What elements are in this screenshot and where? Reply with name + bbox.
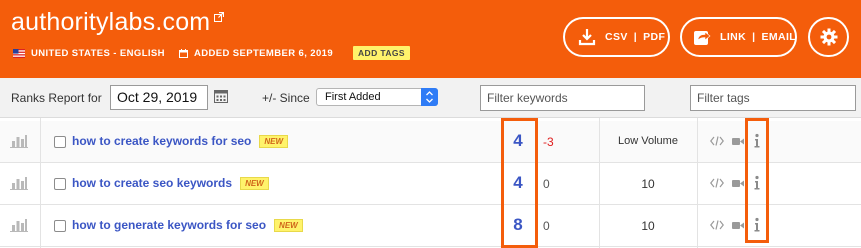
row-checkbox[interactable]	[54, 220, 66, 232]
external-link-icon[interactable]	[214, 12, 224, 22]
keyword-cell[interactable]: how to generate keywords for seo NEW	[72, 218, 303, 232]
export-csv-pdf-button[interactable]: CSV | PDF	[563, 17, 670, 57]
settings-button[interactable]	[808, 17, 849, 57]
rank-value: 4	[513, 173, 523, 192]
csv-label: CSV	[605, 31, 628, 43]
header-bar: authoritylabs.com UNITED STATES - ENGLIS…	[0, 0, 861, 78]
code-icon[interactable]	[710, 136, 724, 146]
search-volume: 10	[641, 219, 655, 233]
new-badge: NEW	[274, 219, 303, 232]
video-icon[interactable]	[732, 179, 744, 188]
report-toolbar: Ranks Report for Oct 29, 2019 +/- Since …	[0, 78, 861, 118]
add-tags-button[interactable]: ADD TAGS	[353, 46, 410, 60]
site-title[interactable]: authoritylabs.com	[11, 8, 210, 37]
calendar-icon	[178, 48, 188, 58]
ranks-report-label: Ranks Report for	[11, 91, 102, 105]
report-date-input[interactable]: Oct 29, 2019	[110, 85, 208, 110]
row-checkbox[interactable]	[54, 178, 66, 190]
info-icon[interactable]	[752, 175, 762, 191]
bar-chart-icon[interactable]	[10, 176, 28, 190]
select-arrows-icon	[421, 88, 438, 106]
bar-chart-icon[interactable]	[10, 134, 28, 148]
pdf-label: PDF	[643, 31, 666, 43]
download-icon	[578, 29, 596, 46]
new-badge: NEW	[240, 177, 269, 190]
us-flag-icon	[13, 48, 25, 58]
table-row: how to create seo keywords NEW 4 0 10	[0, 163, 861, 205]
keyword-cell[interactable]: how to create seo keywords NEW	[72, 176, 269, 190]
search-volume: Low Volume	[618, 135, 678, 147]
info-icon[interactable]	[752, 217, 762, 233]
video-icon[interactable]	[732, 137, 744, 146]
since-label: +/- Since	[262, 91, 310, 105]
added-date-label: ADDED SEPTEMBER 6, 2019	[193, 47, 334, 59]
locale-label: UNITED STATES - ENGLISH	[31, 47, 165, 59]
rank-value: 8	[513, 215, 523, 234]
link-label: LINK	[720, 31, 747, 43]
calendar-icon[interactable]	[214, 89, 228, 103]
filter-keywords-input[interactable]	[480, 85, 645, 111]
link-email-separator: |	[752, 31, 756, 43]
column-divider	[599, 118, 600, 248]
email-label: EMAIL	[761, 31, 797, 43]
keyword-cell[interactable]: how to create keywords for seo NEW	[72, 134, 289, 148]
code-icon[interactable]	[710, 178, 724, 188]
video-icon[interactable]	[732, 221, 744, 230]
share-link-email-button[interactable]: LINK | EMAIL	[680, 17, 797, 57]
since-selected-value: First Added	[325, 91, 381, 103]
keyword-link[interactable]: how to create keywords for seo	[72, 134, 251, 148]
table-row: how to generate keywords for seo NEW 8 0 …	[0, 205, 861, 247]
rank-value: 4	[513, 131, 523, 150]
new-badge: NEW	[259, 135, 289, 148]
since-select[interactable]: First Added	[316, 88, 438, 106]
column-divider	[697, 118, 698, 248]
rank-change: 0	[543, 177, 550, 191]
site-meta-row: UNITED STATES - ENGLISH ADDED SEPTEMBER …	[13, 45, 410, 61]
keyword-link[interactable]: how to create seo keywords	[72, 176, 232, 190]
row-checkbox[interactable]	[54, 136, 66, 148]
keyword-link[interactable]: how to generate keywords for seo	[72, 218, 266, 232]
code-icon[interactable]	[710, 220, 724, 230]
share-icon	[694, 31, 711, 45]
rank-change: 0	[543, 219, 550, 233]
column-divider	[40, 118, 41, 248]
csv-pdf-separator: |	[633, 31, 638, 43]
info-icon[interactable]	[752, 133, 762, 149]
rank-change: -3	[543, 135, 554, 149]
search-volume: 10	[641, 177, 655, 191]
filter-tags-input[interactable]	[690, 85, 856, 111]
bar-chart-icon[interactable]	[10, 218, 28, 232]
gear-icon	[820, 28, 837, 46]
table-row: how to create keywords for seo NEW 4 -3 L…	[0, 121, 861, 163]
